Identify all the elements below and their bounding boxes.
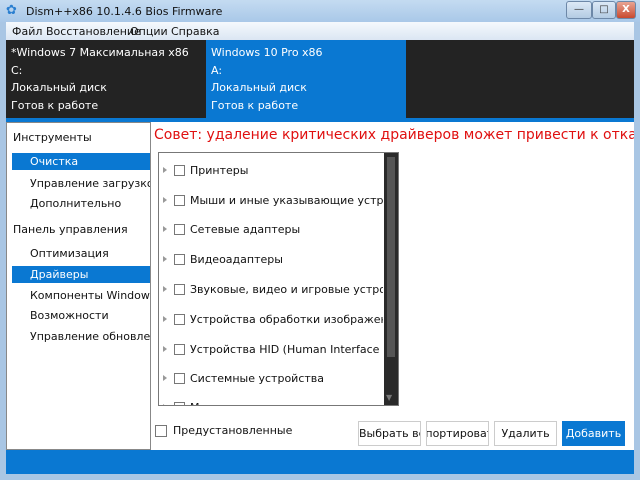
export-drivers-button[interactable]: Экспортировать драйверы: [426, 421, 489, 446]
main-area: Инструменты Очистка Управление загрузкой…: [6, 122, 634, 450]
sidebar-item-updates[interactable]: Управление обновлениями: [12, 328, 150, 345]
tip-text: Совет: удаление критических драйверов мо…: [154, 127, 634, 143]
item-label: Мыши и иные указывающие устройства: [190, 193, 383, 207]
scroll-down-icon[interactable]: ▼: [386, 393, 392, 402]
sidebar: Инструменты Очистка Управление загрузкой…: [6, 122, 151, 450]
checkbox[interactable]: [174, 164, 185, 176]
system-selector: *Windows 7 Максимальная x86 C: Локальный…: [6, 40, 634, 120]
expand-icon[interactable]: [163, 404, 167, 405]
item-label: Системные устройства: [190, 371, 324, 385]
system-card[interactable]: *Windows 7 Максимальная x86 C: Локальный…: [6, 40, 206, 120]
checkbox[interactable]: [174, 223, 185, 235]
menu-restore[interactable]: Восстановление: [46, 25, 141, 38]
item-label: Звуковые, видео и игровые устройства: [190, 282, 383, 296]
expand-icon[interactable]: [163, 286, 167, 292]
add-button[interactable]: Добавить: [562, 421, 625, 446]
item-label: Принтеры: [190, 163, 249, 177]
app-icon: ✿: [6, 3, 17, 18]
system-drive: A:: [211, 63, 223, 77]
item-label: Сетевые адаптеры: [190, 222, 301, 236]
list-item[interactable]: Системные устройства: [163, 370, 383, 386]
checkbox[interactable]: [174, 313, 185, 325]
checkbox[interactable]: [174, 343, 185, 355]
list-item[interactable]: Сетевые адаптеры: [163, 221, 383, 237]
list-item[interactable]: Видеоадаптеры: [163, 251, 383, 267]
list-item[interactable]: М: [163, 399, 383, 406]
preinstalled-label: Предустановленные: [173, 424, 293, 437]
sidebar-header-tools: Инструменты: [13, 131, 92, 144]
delete-button[interactable]: Удалить: [494, 421, 557, 446]
item-label: М: [190, 401, 200, 406]
item-label: Устройства обработки изображений: [190, 312, 383, 326]
sidebar-item-advanced[interactable]: Дополнительно: [12, 195, 150, 212]
menu-file[interactable]: Файл: [12, 25, 42, 38]
expand-icon[interactable]: [163, 346, 167, 352]
list-item[interactable]: Устройства HID (Human Interface Devices): [163, 341, 383, 357]
sidebar-item-cleanup[interactable]: Очистка: [12, 153, 150, 170]
sidebar-item-optimization[interactable]: Оптимизация: [12, 245, 150, 262]
system-drive: C:: [11, 63, 23, 77]
expand-icon[interactable]: [163, 375, 167, 381]
sidebar-header-panel: Панель управления: [13, 223, 128, 236]
sidebar-item-features[interactable]: Возможности: [12, 307, 150, 324]
close-button[interactable]: X: [616, 1, 636, 19]
system-name: Windows 10 Pro x86: [211, 46, 323, 59]
expand-icon[interactable]: [163, 316, 167, 322]
system-status: Готов к работе: [11, 98, 99, 112]
checkbox[interactable]: [174, 194, 185, 206]
checkbox[interactable]: [174, 253, 185, 265]
expand-icon[interactable]: [163, 256, 167, 262]
list-item[interactable]: Мыши и иные указывающие устройства: [163, 192, 383, 208]
system-name: *Windows 7 Максимальная x86: [11, 46, 189, 59]
status-bar: [6, 450, 634, 474]
item-label: Устройства HID (Human Interface Devices): [190, 342, 383, 356]
minimize-button[interactable]: —: [566, 1, 592, 19]
menu-help[interactable]: Справка: [171, 25, 219, 38]
expand-icon[interactable]: [163, 226, 167, 232]
item-label: Видеоадаптеры: [190, 252, 283, 266]
checkbox[interactable]: [155, 424, 167, 437]
scrollbar-thumb[interactable]: [387, 157, 395, 357]
list-item[interactable]: Звуковые, видео и игровые устройства: [163, 281, 383, 297]
title-bar[interactable]: ✿ Dism++x86 10.1.4.6 Bios Firmware — □ X: [0, 0, 640, 22]
select-all-button[interactable]: Выбрать все: [358, 421, 421, 446]
system-card-selected[interactable]: Windows 10 Pro x86 A: Локальный диск Гот…: [206, 40, 406, 120]
list-item[interactable]: Устройства обработки изображений: [163, 311, 383, 327]
menu-bar: Файл Восстановление Опции Справка: [6, 22, 634, 40]
system-disk-type: Локальный диск: [11, 81, 107, 94]
system-status: Готов к работе: [211, 98, 299, 112]
expand-icon[interactable]: [163, 167, 167, 173]
menu-options[interactable]: Опции: [130, 25, 168, 38]
sidebar-item-components[interactable]: Компоненты Windows: [12, 287, 150, 304]
checkbox[interactable]: [174, 372, 185, 384]
sidebar-item-boot[interactable]: Управление загрузкой: [12, 175, 150, 192]
sidebar-item-drivers[interactable]: Драйверы: [12, 266, 150, 283]
expand-icon[interactable]: [163, 197, 167, 203]
checkbox[interactable]: [174, 401, 185, 405]
window-title: Dism++x86 10.1.4.6 Bios Firmware: [26, 5, 223, 18]
list-item[interactable]: Принтеры: [163, 162, 383, 178]
checkbox[interactable]: [174, 283, 185, 295]
maximize-button[interactable]: □: [592, 1, 616, 19]
preinstalled-checkbox[interactable]: Предустановленные: [155, 424, 292, 437]
system-disk-type: Локальный диск: [211, 81, 307, 94]
driver-list: Принтеры Мыши и иные указывающие устройс…: [158, 152, 399, 406]
